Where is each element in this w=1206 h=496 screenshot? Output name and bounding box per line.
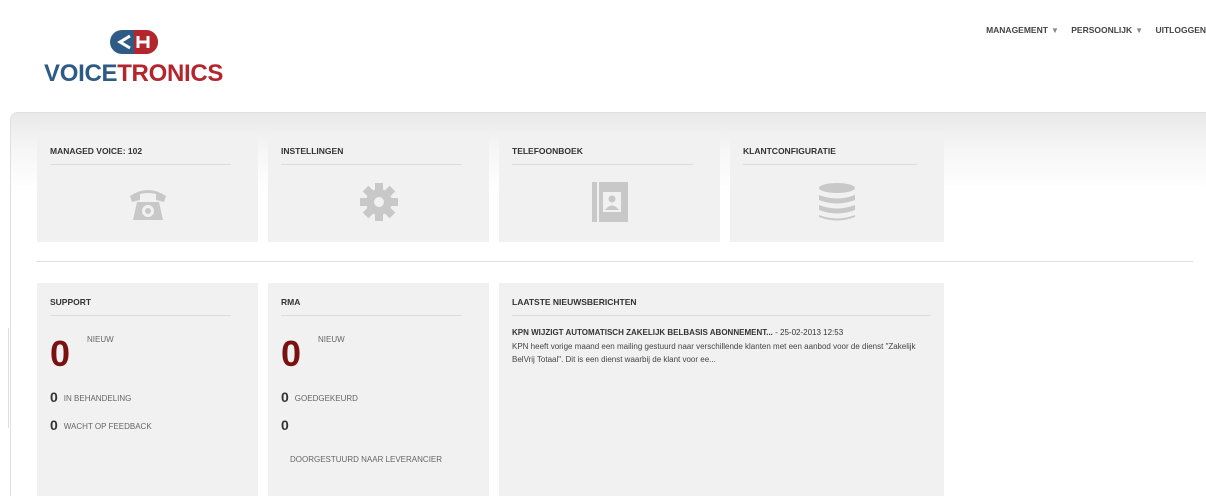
section-divider: [36, 261, 1193, 262]
tile-title: SUPPORT: [50, 297, 231, 316]
header: VOICETRONICS MANAGEMENT ▼ PERSOONLIJK ▼ UI…: [0, 0, 1206, 112]
nav-persoonlijk-label: PERSOONLIJK: [1071, 25, 1133, 35]
nav-uitloggen-label: UITLOGGEN: [1155, 25, 1206, 35]
tile-managed-voice[interactable]: MANAGED VOICE: 102: [37, 132, 258, 242]
top-navigation: MANAGEMENT ▼ PERSOONLIJK ▼ UITLOGGEN: [976, 25, 1206, 39]
tile-telefoonboek[interactable]: TELEFOONBOEK: [499, 132, 720, 242]
phone-icon: [129, 190, 166, 220]
logo-text: VOICETRONICS: [44, 60, 244, 88]
nav-management[interactable]: MANAGEMENT ▼: [986, 25, 1059, 35]
support-in-behandeling[interactable]: 0 IN BEHANDELING: [50, 389, 131, 405]
tile-title: MANAGED VOICE: 102: [50, 146, 231, 165]
support-in-behandeling-label: IN BEHANDELING: [63, 394, 132, 403]
tile-title: LAATSTE NIEUWSBERICHTEN: [512, 297, 931, 316]
support-wacht-count: 0: [50, 417, 58, 433]
tile-title: INSTELLINGEN: [281, 146, 462, 165]
tile-title: RMA: [281, 297, 462, 316]
logo-text-tronics: TRONICS: [117, 60, 224, 87]
tile-news: LAATSTE NIEUWSBERICHTEN KPN WIJZIGT AUTO…: [499, 283, 944, 496]
logo-mark-icon: [110, 30, 158, 54]
nav-persoonlijk[interactable]: PERSOONLIJK ▼: [1071, 25, 1143, 35]
nav-uitloggen[interactable]: UITLOGGEN: [1155, 25, 1206, 35]
rma-goedgekeurd-label: GOEDGEKEURD: [294, 394, 358, 403]
rma-new-count: 0: [281, 333, 302, 374]
tile-support[interactable]: SUPPORT 0 NIEUW 0 IN BEHANDELING 0 WACHT O…: [37, 283, 258, 496]
tile-rma[interactable]: RMA 0 NIEUW 0 GOEDGEKEURD 0 DOORGESTUURD …: [268, 283, 489, 496]
support-wacht-label: WACHT OP FEEDBACK: [63, 422, 152, 431]
logo-text-voice: VOICE: [44, 60, 118, 87]
rma-goedgekeurd-count: 0: [281, 389, 289, 405]
news-item-meta: - 25-02-2013 12:53: [772, 328, 844, 337]
rma-doorgestuurd-count[interactable]: 0: [281, 417, 289, 433]
gear-icon: [359, 183, 398, 221]
tile-title: KLANTCONFIGURATIE: [743, 146, 917, 165]
nav-management-label: MANAGEMENT: [986, 25, 1048, 35]
rma-goedgekeurd[interactable]: 0 GOEDGEKEURD: [281, 389, 358, 405]
dashboard: MANAGED VOICE: 102 INSTELLINGEN TELEFOON…: [10, 112, 1206, 496]
tile-instellingen[interactable]: INSTELLINGEN: [268, 132, 489, 242]
database-icon: [819, 183, 855, 221]
contact-book-icon: [591, 182, 628, 222]
tile-title: TELEFOONBOEK: [512, 146, 693, 165]
left-edge-divider: [0, 328, 9, 428]
tile-klantconfiguratie[interactable]: KLANTCONFIGURATIE: [730, 132, 944, 242]
support-wacht-op-feedback[interactable]: 0 WACHT OP FEEDBACK: [50, 417, 152, 433]
rma-doorgestuurd-label: DOORGESTUURD NAAR LEVERANCIER: [290, 455, 443, 464]
support-in-behandeling-count: 0: [50, 389, 58, 405]
news-item-headline[interactable]: KPN WIJZIGT AUTOMATISCH ZAKELIJK BELBASI…: [512, 328, 773, 337]
chevron-down-icon: ▼: [1135, 26, 1144, 35]
voicetronics-logo[interactable]: VOICETRONICS: [44, 24, 244, 96]
news-item-title[interactable]: KPN WIJZIGT AUTOMATISCH ZAKELIJK BELBASI…: [512, 328, 931, 337]
support-new-label: NIEUW: [87, 335, 114, 344]
rma-new-label: NIEUW: [318, 335, 345, 344]
chevron-down-icon: ▼: [1050, 26, 1059, 35]
news-item-body: KPN heeft vorige maand een mailing gestu…: [512, 342, 916, 364]
support-new-count: 0: [50, 333, 71, 374]
